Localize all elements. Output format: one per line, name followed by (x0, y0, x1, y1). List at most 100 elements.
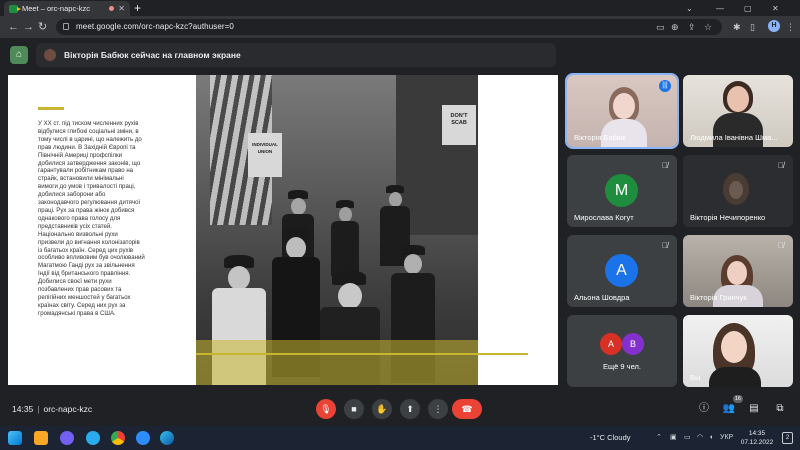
slide-baseline (196, 353, 528, 355)
address-bar[interactable]: meet.google.com/orc-napc-kzc?authuser=0 … (56, 19, 722, 35)
tab-close-icon[interactable]: ✕ (118, 4, 125, 13)
participant-avatar: B (622, 333, 644, 355)
start-icon[interactable] (8, 431, 22, 445)
camera-permission-icon[interactable]: ▭ (656, 21, 665, 33)
participant-tile[interactable]: 🎙̸ Вікторія Нечипоренко (683, 155, 793, 227)
participants-count-badge: 16 (732, 395, 743, 403)
participant-tile[interactable]: 🎙̸ Вікторія Гринчук (683, 235, 793, 307)
meet-control-bar: 14:35 | orc-napc-kzc 🎙 ■ ✋ ⬆ ⋮ ☎ ⓘ 👥 16 ▤ ⧉ (0, 392, 800, 426)
participant-tile[interactable]: 🎙̸ A Альона Шовдра (567, 235, 677, 307)
participant-name: Вікторія Гринчук (690, 293, 747, 302)
participant-name: Людмила Іванівна Шма... (690, 133, 778, 142)
leave-call-button[interactable]: ☎ (452, 399, 482, 419)
viber-icon[interactable] (60, 431, 74, 445)
more-participants-tile[interactable]: A B Ещё 9 чел. (567, 315, 677, 387)
activities-icon[interactable]: ⧉ (772, 401, 788, 417)
more-participants-label: Ещё 9 чел. (603, 362, 641, 371)
mic-off-icon: 🎙̸ (662, 161, 668, 170)
new-tab-icon[interactable]: + (134, 1, 141, 15)
slide-yellow-band (196, 340, 478, 385)
meeting-info: 14:35 | orc-napc-kzc (12, 404, 93, 414)
edge-icon[interactable] (160, 431, 174, 445)
windows-taskbar: -1°C Cloudy ⌃ ▣ ▭ ◠ ◖ УКР 14:35 07.12.20… (0, 426, 800, 450)
weather-widget[interactable]: -1°C Cloudy (590, 426, 631, 450)
participant-name: Вікторія Бабюк (574, 133, 626, 142)
tray-display-icon[interactable]: ▭ (684, 426, 691, 450)
mic-off-icon: 🎙̸ (778, 241, 784, 250)
participant-avatar: A (600, 333, 622, 355)
chrome-icon[interactable] (111, 431, 125, 445)
more-options-button[interactable]: ⋮ (428, 399, 448, 419)
tray-app-icon[interactable]: ▣ (670, 426, 677, 450)
browser-tab-meet[interactable]: Meet – orc-napc-kzc ✕ (4, 1, 130, 16)
slide-body-text: У ХХ ст. під тиском численних рухів відб… (38, 120, 145, 317)
chat-icon[interactable]: ▤ (746, 401, 762, 417)
participant-avatar: A (605, 254, 638, 287)
recording-dot-icon (109, 6, 115, 11)
forward-icon[interactable]: → (23, 20, 34, 34)
participant-name: Вікторія Нечипоренко (690, 213, 766, 222)
shared-screen: У ХХ ст. під тиском численних рухів відб… (8, 75, 558, 385)
clock-time: 14:35 (748, 430, 766, 437)
browser-toolbar: ← → ↻ meet.google.com/orc-napc-kzc?authu… (0, 16, 800, 38)
photo-sign-union: INDIVIDUAL UNION (248, 133, 282, 177)
slide-protest-photo: DON'T SCAB INDIVIDUAL UNION (196, 75, 478, 385)
taskbar-clock[interactable]: 14:35 07.12.2022 (738, 429, 776, 447)
participant-tile[interactable]: 🎙̸ M Мирослава Когут (567, 155, 677, 227)
url-text: meet.google.com/orc-napc-kzc?authuser=0 (76, 22, 234, 31)
meeting-details-icon[interactable]: ⓘ (696, 401, 712, 417)
meet-header: ⌂ Вікторія Бабюк сейчас на главном экран… (0, 38, 800, 72)
tab-search-icon[interactable]: ⌄ (686, 0, 693, 16)
meet-logo-icon: ⌂ (10, 46, 28, 64)
participant-avatar: M (605, 174, 638, 207)
mic-off-icon: 🎙̸ (662, 241, 668, 250)
presenter-avatar (44, 49, 56, 61)
participant-name: Вы (690, 373, 701, 382)
screen: Meet – orc-napc-kzc ✕ + ⌄ — ▢ ✕ ← → ↻ me… (0, 0, 800, 450)
presenter-banner[interactable]: Вікторія Бабюк сейчас на главном экране (36, 43, 556, 67)
tray-chevron-icon[interactable]: ⌃ (656, 426, 662, 450)
slide-accent-bar (38, 107, 64, 110)
tab-title: Meet – orc-napc-kzc (22, 4, 90, 13)
speaking-indicator-icon: ||| (659, 80, 671, 92)
clock-date: 07.12.2022 (740, 439, 774, 446)
window-maximize-icon[interactable]: ▢ (744, 0, 752, 16)
window-close-icon[interactable]: ✕ (772, 0, 779, 16)
photo-sign-dont-scab: DON'T SCAB (442, 105, 476, 145)
extensions-icon[interactable]: ✱ (733, 20, 741, 34)
meet-favicon-icon (9, 4, 21, 13)
reload-icon[interactable]: ↻ (38, 20, 47, 34)
bookmark-star-icon[interactable]: ☆ (704, 21, 712, 33)
tray-volume-icon[interactable]: ◖ (709, 426, 713, 450)
window-minimize-icon[interactable]: — (716, 0, 724, 16)
mic-off-icon: 🎙̸ (778, 161, 784, 170)
meeting-code: orc-napc-kzc (43, 404, 93, 414)
profile-avatar[interactable]: H (768, 20, 780, 32)
participant-tile[interactable]: ||| Вікторія Бабюк (565, 73, 679, 149)
notification-center-icon[interactable]: 2 (782, 432, 793, 444)
file-explorer-icon[interactable] (34, 431, 48, 445)
participant-tile[interactable]: Людмила Іванівна Шма... (683, 75, 793, 147)
mic-off-icon: 🎙̸ (778, 321, 784, 330)
telegram-icon[interactable] (86, 431, 100, 445)
tray-network-icon[interactable]: ◠ (697, 426, 703, 450)
present-screen-button[interactable]: ⬆ (400, 399, 420, 419)
back-icon[interactable]: ← (8, 20, 19, 34)
chrome-menu-icon[interactable]: ⋮ (786, 20, 795, 34)
lock-icon (63, 23, 69, 30)
presenter-banner-text: Вікторія Бабюк сейчас на главном экране (64, 50, 241, 60)
zoom-app-icon[interactable] (136, 431, 150, 445)
tray-language[interactable]: УКР (720, 426, 733, 450)
share-icon[interactable]: ⇪ (688, 21, 696, 33)
zoom-icon[interactable]: ⊕ (671, 21, 679, 33)
raise-hand-button[interactable]: ✋ (372, 399, 392, 419)
people-icon[interactable]: 👥 16 (721, 395, 743, 417)
meeting-time: 14:35 (12, 404, 34, 414)
self-view-tile[interactable]: 🎙̸ Вы (683, 315, 793, 387)
participant-name: Мирослава Когут (574, 213, 634, 222)
mic-toggle-button[interactable]: 🎙 (316, 399, 336, 419)
participant-name: Альона Шовдра (574, 293, 630, 302)
camera-toggle-button[interactable]: ■ (344, 399, 364, 419)
browser-tab-bar: Meet – orc-napc-kzc ✕ + ⌄ — ▢ ✕ (0, 0, 800, 16)
side-panel-icon[interactable]: ▯ (750, 20, 755, 34)
